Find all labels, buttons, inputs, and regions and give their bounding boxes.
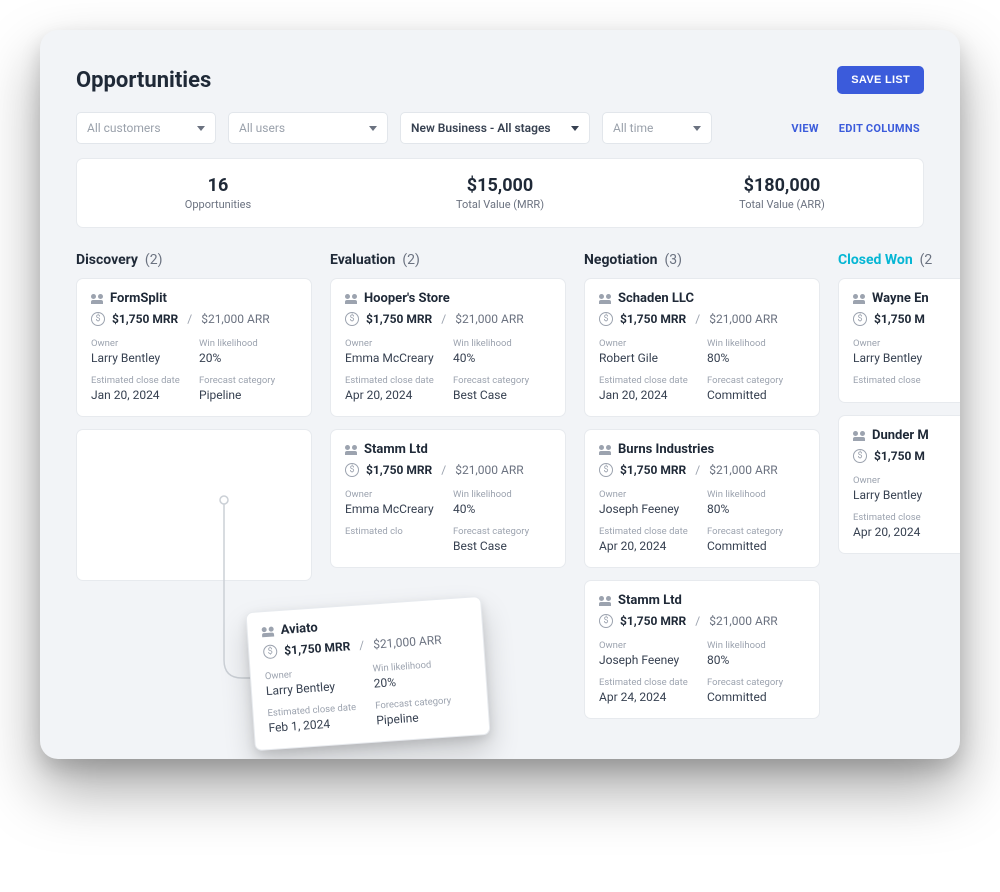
- filter-users[interactable]: All users: [228, 112, 388, 144]
- users-icon: [91, 294, 103, 304]
- filter-customers[interactable]: All customers: [76, 112, 216, 144]
- opportunity-card[interactable]: Hooper's Store $$1,750 MRR/$21,000 ARR O…: [330, 278, 566, 417]
- column-closed-won: Closed Won (2 Wayne En $$1,750 M OwnerLa…: [838, 252, 958, 719]
- opportunity-card[interactable]: Dunder M $$1,750 M OwnerLarry Bentley Es…: [838, 415, 960, 554]
- filter-time[interactable]: All time: [602, 112, 712, 144]
- dragging-card[interactable]: Aviato $$1,750 MRR/$21,000 ARR OwnerLarr…: [245, 596, 490, 751]
- view-button[interactable]: VIEW: [787, 116, 822, 141]
- column-title: Evaluation (2): [330, 252, 566, 268]
- column-title: Negotiation (3): [584, 252, 820, 268]
- users-icon: [599, 596, 611, 606]
- edit-columns-button[interactable]: EDIT COLUMNS: [835, 116, 924, 141]
- column-title: Closed Won (2: [838, 252, 958, 268]
- save-list-button[interactable]: SAVE LIST: [837, 66, 924, 94]
- dollar-icon: $: [599, 614, 613, 628]
- summary-mrr-value: $15,000: [359, 175, 641, 196]
- page-title: Opportunities: [76, 68, 211, 93]
- opportunity-card[interactable]: Stamm Ltd $$1,750 MRR/$21,000 ARR OwnerJ…: [584, 580, 820, 719]
- opportunity-card[interactable]: Stamm Ltd $$1,750 MRR/$21,000 ARR OwnerE…: [330, 429, 566, 568]
- filter-pipeline-label: New Business - All stages: [411, 121, 551, 135]
- summary-count-value: 16: [77, 175, 359, 196]
- dollar-icon: $: [599, 312, 613, 326]
- users-icon: [261, 626, 274, 637]
- summary-arr-value: $180,000: [641, 175, 923, 196]
- chevron-down-icon: [693, 126, 701, 131]
- filter-pipeline[interactable]: New Business - All stages: [400, 112, 590, 144]
- users-icon: [599, 445, 611, 455]
- summary-mrr-label: Total Value (MRR): [359, 198, 641, 211]
- users-icon: [345, 294, 357, 304]
- summary-count-label: Opportunities: [77, 198, 359, 211]
- dollar-icon: $: [599, 463, 613, 477]
- filter-customers-label: All customers: [87, 121, 161, 135]
- column-negotiation: Negotiation (3) Schaden LLC $$1,750 MRR/…: [584, 252, 820, 719]
- card-placeholder: [76, 429, 312, 581]
- users-icon: [345, 445, 357, 455]
- column-title: Discovery (2): [76, 252, 312, 268]
- opportunity-card[interactable]: Wayne En $$1,750 M OwnerLarry Bentley Es…: [838, 278, 960, 403]
- chevron-down-icon: [369, 126, 377, 131]
- filter-users-label: All users: [239, 121, 285, 135]
- opportunity-card[interactable]: Schaden LLC $$1,750 MRR/$21,000 ARR Owne…: [584, 278, 820, 417]
- chevron-down-icon: [197, 126, 205, 131]
- filter-time-label: All time: [613, 121, 653, 135]
- users-icon: [853, 431, 865, 441]
- dollar-icon: $: [345, 463, 359, 477]
- opportunity-card[interactable]: FormSplit $$1,750 MRR/$21,000 ARR OwnerL…: [76, 278, 312, 417]
- dollar-icon: $: [853, 449, 867, 463]
- dollar-icon: $: [91, 312, 105, 326]
- opportunity-card[interactable]: Burns Industries $$1,750 MRR/$21,000 ARR…: [584, 429, 820, 568]
- dollar-icon: $: [263, 644, 278, 659]
- summary-arr-label: Total Value (ARR): [641, 198, 923, 211]
- users-icon: [853, 294, 865, 304]
- app-frame: Opportunities SAVE LIST All customers Al…: [40, 30, 960, 759]
- users-icon: [599, 294, 611, 304]
- dollar-icon: $: [345, 312, 359, 326]
- chevron-down-icon: [571, 126, 579, 131]
- summary-bar: 16 Opportunities $15,000 Total Value (MR…: [76, 158, 924, 228]
- dollar-icon: $: [853, 312, 867, 326]
- kanban-board: Discovery (2) FormSplit $$1,750 MRR/$21,…: [40, 252, 960, 719]
